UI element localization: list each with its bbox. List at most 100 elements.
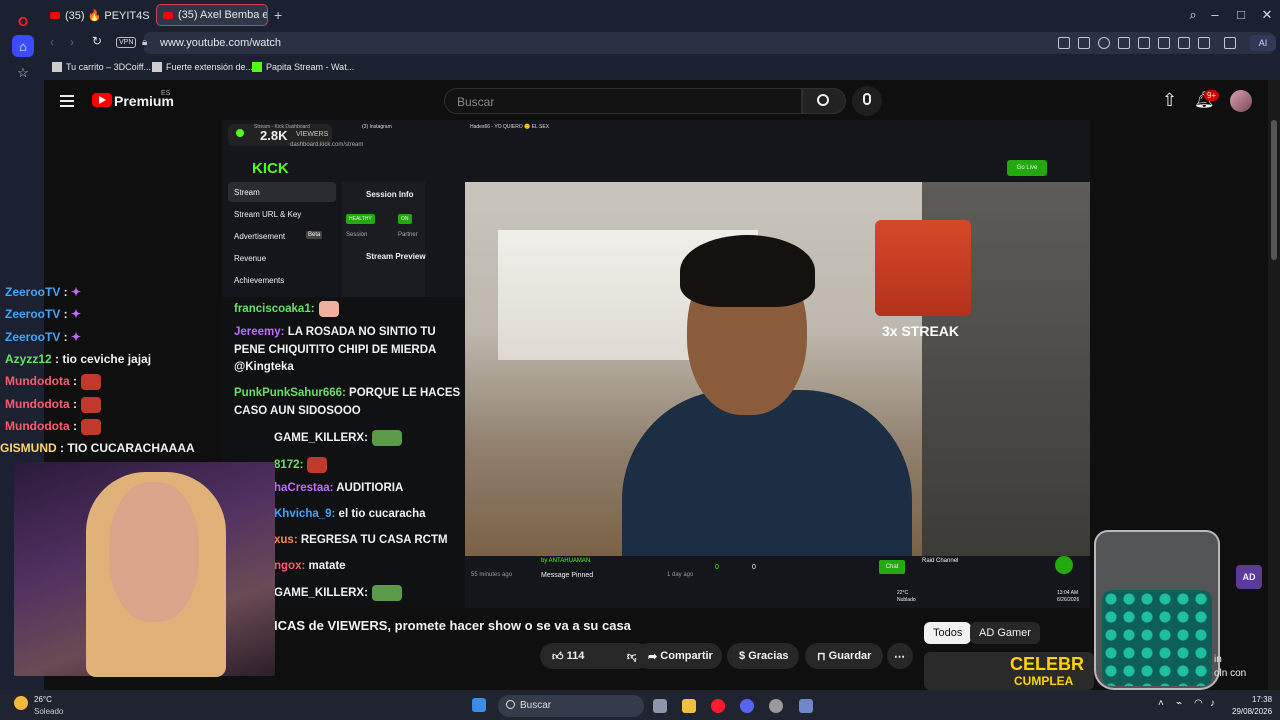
shield-icon[interactable] [1098,37,1110,49]
taskbar-search-icon [506,700,515,709]
taskbar: 26°C Soleado Buscar ˄ ⌁ ◠ ♪ 17:38 29/08/… [0,690,1280,720]
task-view-icon[interactable] [653,699,667,713]
clock-time[interactable]: 17:38 [1252,695,1272,704]
ai-button[interactable]: AI [1250,35,1276,51]
overlay-user: ZeerooTV [5,307,61,321]
ad-gamer-logo[interactable]: AD [1236,565,1262,589]
kick-dashboard-header: 2.8K VIEWERS Stream - Kick Dashboard (3)… [222,120,1090,182]
chat-user: Jereemy: [234,326,285,338]
file-explorer-icon[interactable] [682,699,696,713]
opera-icon[interactable] [711,699,725,713]
count-one: 0 [715,564,719,571]
avatar[interactable] [1230,90,1252,112]
raid-channel: Raid Channel [922,558,959,564]
camera-icon[interactable] [1078,37,1090,49]
overlay-chat-line: GISMUND : TIO CUCARACHAAAA [0,441,195,455]
minimize-icon[interactable]: – [1206,6,1224,24]
streamer-webcam [14,462,275,677]
url-text[interactable]: www.youtube.com/watch [160,37,281,49]
session-info-title: Session Info [366,190,414,199]
search-input[interactable]: Buscar [444,88,802,114]
scrollbar[interactable] [1268,80,1280,690]
close-window-icon[interactable]: ✕ [1258,6,1276,24]
play-icon[interactable] [1118,37,1130,49]
vpn-badge[interactable]: VPN [116,37,137,48]
emote-icon [81,419,101,435]
video-player[interactable]: 3x STREAK 2.8K VIEWERS Stream - Kick Das… [222,120,1090,608]
obs-icon[interactable] [769,699,783,713]
message-pinned: Message Pinned [541,572,594,579]
more-button[interactable]: ⋯ [887,643,913,669]
windows-start-icon[interactable] [472,698,486,712]
menu-icon[interactable] [60,92,74,110]
beta-badge: Beta [306,231,323,239]
home-icon[interactable]: ⌂ [12,35,34,57]
upload-icon[interactable]: ⇧ [1162,90,1177,111]
emote-icon: ✦ [67,307,82,321]
clock-date[interactable]: 29/08/2026 [1232,707,1272,716]
settings-gear-icon[interactable] [799,699,813,713]
overlay-msg: : TIO CUCARACHAAAA [56,441,195,455]
share-button[interactable]: ➦ Compartir [636,643,722,669]
ai-label: AI [1258,38,1268,48]
chevron-up-icon[interactable]: ˄ [1158,698,1164,709]
save-button[interactable]: ⊓ Guardar [805,643,883,669]
new-tab-icon[interactable]: + [274,7,282,23]
wallet-icon[interactable] [1198,37,1210,49]
bookmark-item[interactable]: Tu carrito – 3DCoiff... [52,62,151,72]
bookmark-item[interactable]: Fuerte extensión de... [152,62,253,72]
chat-line: xus: REGRESA TU CASA RCTM [274,534,448,546]
emote-icon [81,374,101,390]
mic-icon [863,93,871,105]
overlay-user: Mundodota [5,397,70,412]
overlay-chat-line: Azyzz12 : tio ceviche jajaj [5,352,151,366]
suggestion-thumbnail[interactable]: CELEBR CUMPLEA [924,652,1094,690]
bookmark-label: Fuerte extensión de... [166,62,254,72]
taskbar-search[interactable]: Buscar [498,695,644,717]
bookmark-favicon-icon [152,62,162,72]
reload-icon[interactable]: ↻ [92,34,102,48]
chat-button: Chat [879,560,905,574]
emote-icon [307,457,328,473]
menu-icon[interactable] [1178,37,1190,49]
scrollbar-thumb[interactable] [1271,120,1277,260]
extension-icon[interactable] [1224,37,1236,49]
thumbnail-text: CUMPLEA [1014,674,1074,688]
wifi-icon[interactable]: ◠ [1194,698,1203,709]
tab-peyitas[interactable]: (35) 🔥 PEYIT4S Y M3CHA [44,4,152,26]
chip-todos[interactable]: Todos [924,622,972,644]
inner-time: 13:04 AM [1057,590,1079,596]
tab-axel-bemba[interactable]: (35) Axel Bemba en a [156,4,268,26]
thanks-button[interactable]: $ Gracias [727,643,799,669]
chat-text: PORQUE LE HACES [345,387,461,399]
weather-temp[interactable]: 26°C [34,695,52,704]
bookmark-item[interactable]: Papita Stream - Wat... [252,62,354,72]
emote-icon [371,585,402,601]
viewer-count-label: VIEWERS [296,131,329,138]
kick-sidebar: Stream Stream URL & Key Advertisement Be… [222,182,465,297]
like-button[interactable]: 👍︎ 114 👎︎ [540,643,650,669]
search-tabs-icon[interactable]: ⌕ [1184,6,1202,24]
chat-line: GAME_KILLERX: [274,585,402,601]
overlay-chat-line: Mundodota : [5,419,101,435]
discord-icon[interactable] [740,699,754,713]
back-icon[interactable]: ‹ [50,35,54,49]
forward-icon[interactable]: › [70,35,74,49]
star-icon[interactable]: ☆ [12,62,34,84]
search-button[interactable] [802,88,846,114]
jar-fill [1102,590,1212,686]
count-two: 0 [752,564,756,571]
chat-line: haCrestaa: AUDITIORIA [274,482,403,494]
volume-icon[interactable]: ♪ [1210,698,1215,709]
download-icon[interactable] [1158,37,1170,49]
voice-search-button[interactable] [852,86,882,116]
snapshot-icon[interactable] [1138,37,1150,49]
maximize-icon[interactable]: □ [1232,6,1250,24]
opera-logo-icon[interactable]: O [12,10,34,32]
edit-icon[interactable] [1058,37,1070,49]
chat-line: ngox: matate [274,560,346,572]
kick-bottom-bar: by ANTAHUAMAN 55 minutes ago Message Pin… [465,556,1090,608]
network-icon[interactable]: ⌁ [1176,698,1182,709]
chip-ad-gamer[interactable]: AD Gamer [970,622,1040,644]
like-count: 114 [566,650,585,662]
